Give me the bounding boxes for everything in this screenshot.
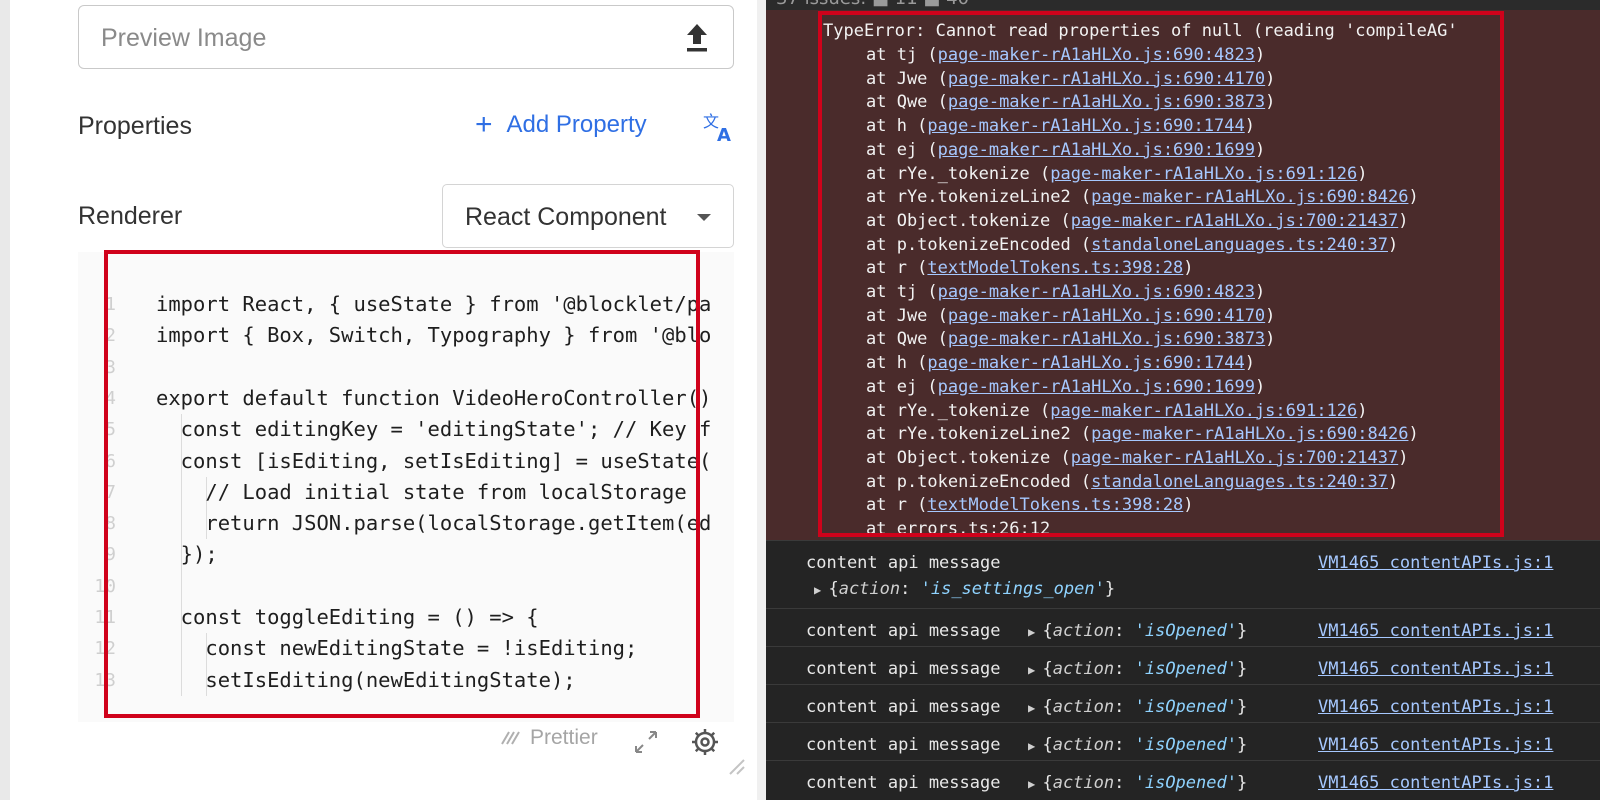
console-object-preview[interactable]: ▶ {action: 'isOpened'} bbox=[1028, 659, 1247, 679]
code-highlight-box bbox=[104, 250, 700, 718]
console-source-link[interactable]: VM1465 contentAPIs.js:1 bbox=[1318, 621, 1553, 641]
plus-icon: + bbox=[475, 108, 493, 141]
console-source-link[interactable]: VM1465 contentAPIs.js:1 bbox=[1318, 697, 1553, 717]
add-property-label: Add Property bbox=[506, 111, 647, 138]
issues-count: 37 issues: ■ 11 ■ 40 bbox=[776, 0, 969, 9]
console-object-preview[interactable]: ▶ {action: 'isOpened'} bbox=[1028, 735, 1247, 755]
translate-icon[interactable]: 文 A bbox=[702, 110, 736, 144]
console-message[interactable]: content api message ▶ {action: 'isOpened'… bbox=[766, 684, 1600, 723]
console-object-preview[interactable]: ▶ {action: 'is_settings_open'} bbox=[814, 579, 1115, 599]
renderer-selected-value: React Component bbox=[465, 203, 667, 231]
resize-handle-icon[interactable] bbox=[722, 752, 746, 776]
console-object-preview[interactable]: ▶ {action: 'isOpened'} bbox=[1028, 697, 1247, 717]
console-source-link[interactable]: VM1465 contentAPIs.js:1 bbox=[1318, 553, 1553, 573]
upload-icon[interactable] bbox=[683, 22, 711, 54]
console-source-link[interactable]: VM1465 contentAPIs.js:1 bbox=[1318, 735, 1553, 755]
gear-icon[interactable] bbox=[690, 727, 720, 757]
expand-arrow-icon[interactable]: ▶ bbox=[1028, 625, 1042, 639]
left-edge-strip bbox=[0, 0, 10, 800]
error-highlight-box bbox=[818, 11, 1504, 537]
properties-heading: Properties bbox=[78, 112, 192, 140]
console-message-text: content api message bbox=[806, 697, 1001, 717]
console-message[interactable]: content api message ▶ {action: 'isOpened'… bbox=[766, 722, 1600, 761]
console-message-text: content api message bbox=[806, 735, 1001, 755]
console-message-text: content api message bbox=[806, 553, 1001, 573]
console-message[interactable]: content api message ▶ {action: 'isOpened'… bbox=[766, 760, 1600, 800]
preview-image-field[interactable]: Preview Image bbox=[78, 5, 734, 69]
renderer-select[interactable]: React Component bbox=[442, 184, 734, 248]
console-message[interactable]: content api message ▶ {action: 'is_settin… bbox=[766, 540, 1600, 609]
svg-text:A: A bbox=[717, 125, 731, 144]
console-message-text: content api message bbox=[806, 659, 1001, 679]
prettier-icon bbox=[501, 731, 520, 745]
panel-divider[interactable] bbox=[757, 0, 766, 800]
console-message-text: content api message bbox=[806, 773, 1001, 793]
issues-bar[interactable]: 37 issues: ■ 11 ■ 40 bbox=[766, 0, 1600, 10]
console-object-preview[interactable]: ▶ {action: 'isOpened'} bbox=[1028, 621, 1247, 641]
console-message[interactable]: content api message ▶ {action: 'isOpened'… bbox=[766, 608, 1600, 647]
preview-image-placeholder: Preview Image bbox=[101, 24, 267, 52]
console-object-preview[interactable]: ▶ {action: 'isOpened'} bbox=[1028, 773, 1247, 793]
console-message-text: content api message bbox=[806, 621, 1001, 641]
renderer-label: Renderer bbox=[78, 202, 183, 230]
expand-arrow-icon[interactable]: ▶ bbox=[1028, 777, 1042, 791]
prettier-label: Prettier bbox=[530, 726, 598, 749]
add-property-button[interactable]: + Add Property bbox=[475, 110, 647, 140]
prettier-button[interactable]: Prettier bbox=[500, 726, 598, 750]
expand-icon[interactable] bbox=[633, 729, 659, 755]
expand-arrow-icon[interactable]: ▶ bbox=[1028, 739, 1042, 753]
expand-arrow-icon[interactable]: ▶ bbox=[1028, 701, 1042, 715]
console-source-link[interactable]: VM1465 contentAPIs.js:1 bbox=[1318, 659, 1553, 679]
expand-arrow-icon[interactable]: ▶ bbox=[1028, 663, 1042, 677]
console-source-link[interactable]: VM1465 contentAPIs.js:1 bbox=[1318, 773, 1553, 793]
console-message[interactable]: content api message ▶ {action: 'isOpened'… bbox=[766, 646, 1600, 685]
chevron-down-icon bbox=[697, 214, 711, 221]
expand-arrow-icon[interactable]: ▶ bbox=[814, 583, 828, 597]
